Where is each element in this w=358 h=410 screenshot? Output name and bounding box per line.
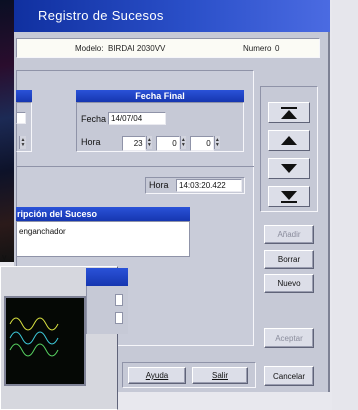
hora-time-field[interactable]: 14:03:20.422 [176,179,242,192]
oscilloscope-display [4,296,86,386]
first-record-button[interactable] [268,102,310,123]
previous-record-button[interactable] [268,130,310,151]
last-record-button[interactable] [268,186,310,207]
fecha-label: Fecha [81,114,107,124]
number-label: Numero [243,43,272,53]
hora-hours-spinner[interactable]: 23 ▲ ▼ [122,136,152,151]
cancel-button[interactable]: Cancelar [264,366,314,386]
fecha-inicial-spinner[interactable]: ▲ ▼ [19,136,26,149]
next-record-button[interactable] [268,158,310,179]
first-bar-icon [281,106,297,109]
hora-minutes-spinner[interactable]: 0 ▲ ▼ [156,136,186,151]
model-label: Modelo: [75,43,104,53]
previous-record-icon [281,136,297,145]
fecha-inicial-header [16,90,32,102]
descripcion-header: ripción del Suceso [16,207,190,221]
desktop-background [332,0,358,410]
hora-minutes-field[interactable]: 0 [156,136,180,151]
help-button[interactable]: Ayuda [128,367,186,384]
hora-hours-field[interactable]: 23 [122,136,146,151]
oscilloscope-side-panel [86,286,128,334]
fecha-final-header: Fecha Final [76,90,244,102]
last-bar-icon [281,200,297,203]
side-field-2[interactable] [115,312,123,324]
accept-button[interactable]: Aceptar [264,328,314,348]
add-button[interactable]: Añadir [264,225,314,244]
fecha-final-input[interactable]: 14/07/04 [108,112,166,125]
background-label: y [2,252,7,262]
fecha-inicial-field[interactable] [16,112,26,124]
model-strip: Modelo: BIRDAI 2030VV Numero 0 [16,38,320,58]
hora-label: Hora [81,137,101,147]
first-record-icon [281,109,297,119]
side-field-1[interactable] [115,294,123,306]
number-value: 0 [275,43,280,53]
window-title: Registro de Sucesos [38,8,164,23]
new-button[interactable]: Nuevo [264,274,314,293]
hora-seconds-spinner[interactable]: 0 ▲ ▼ [190,136,220,151]
hora-seconds-arrows[interactable]: ▲ ▼ [213,136,220,149]
hora-minutes-arrows[interactable]: ▲ ▼ [179,136,186,149]
model-value: BIRDAI 2030VV [108,43,166,53]
exit-button[interactable]: Salir [192,367,248,384]
hora-time-label: Hora [149,180,169,190]
hora-seconds-field[interactable]: 0 [190,136,214,151]
delete-button[interactable]: Borrar [264,250,314,269]
hora-hours-arrows[interactable]: ▲ ▼ [145,136,152,149]
next-record-icon [281,164,297,173]
descripcion-text-area[interactable]: enganchador [16,221,190,257]
waveform-icon [9,317,59,357]
panel-divider [16,166,254,167]
last-record-icon [281,190,297,200]
oscilloscope-window-header [86,268,128,286]
